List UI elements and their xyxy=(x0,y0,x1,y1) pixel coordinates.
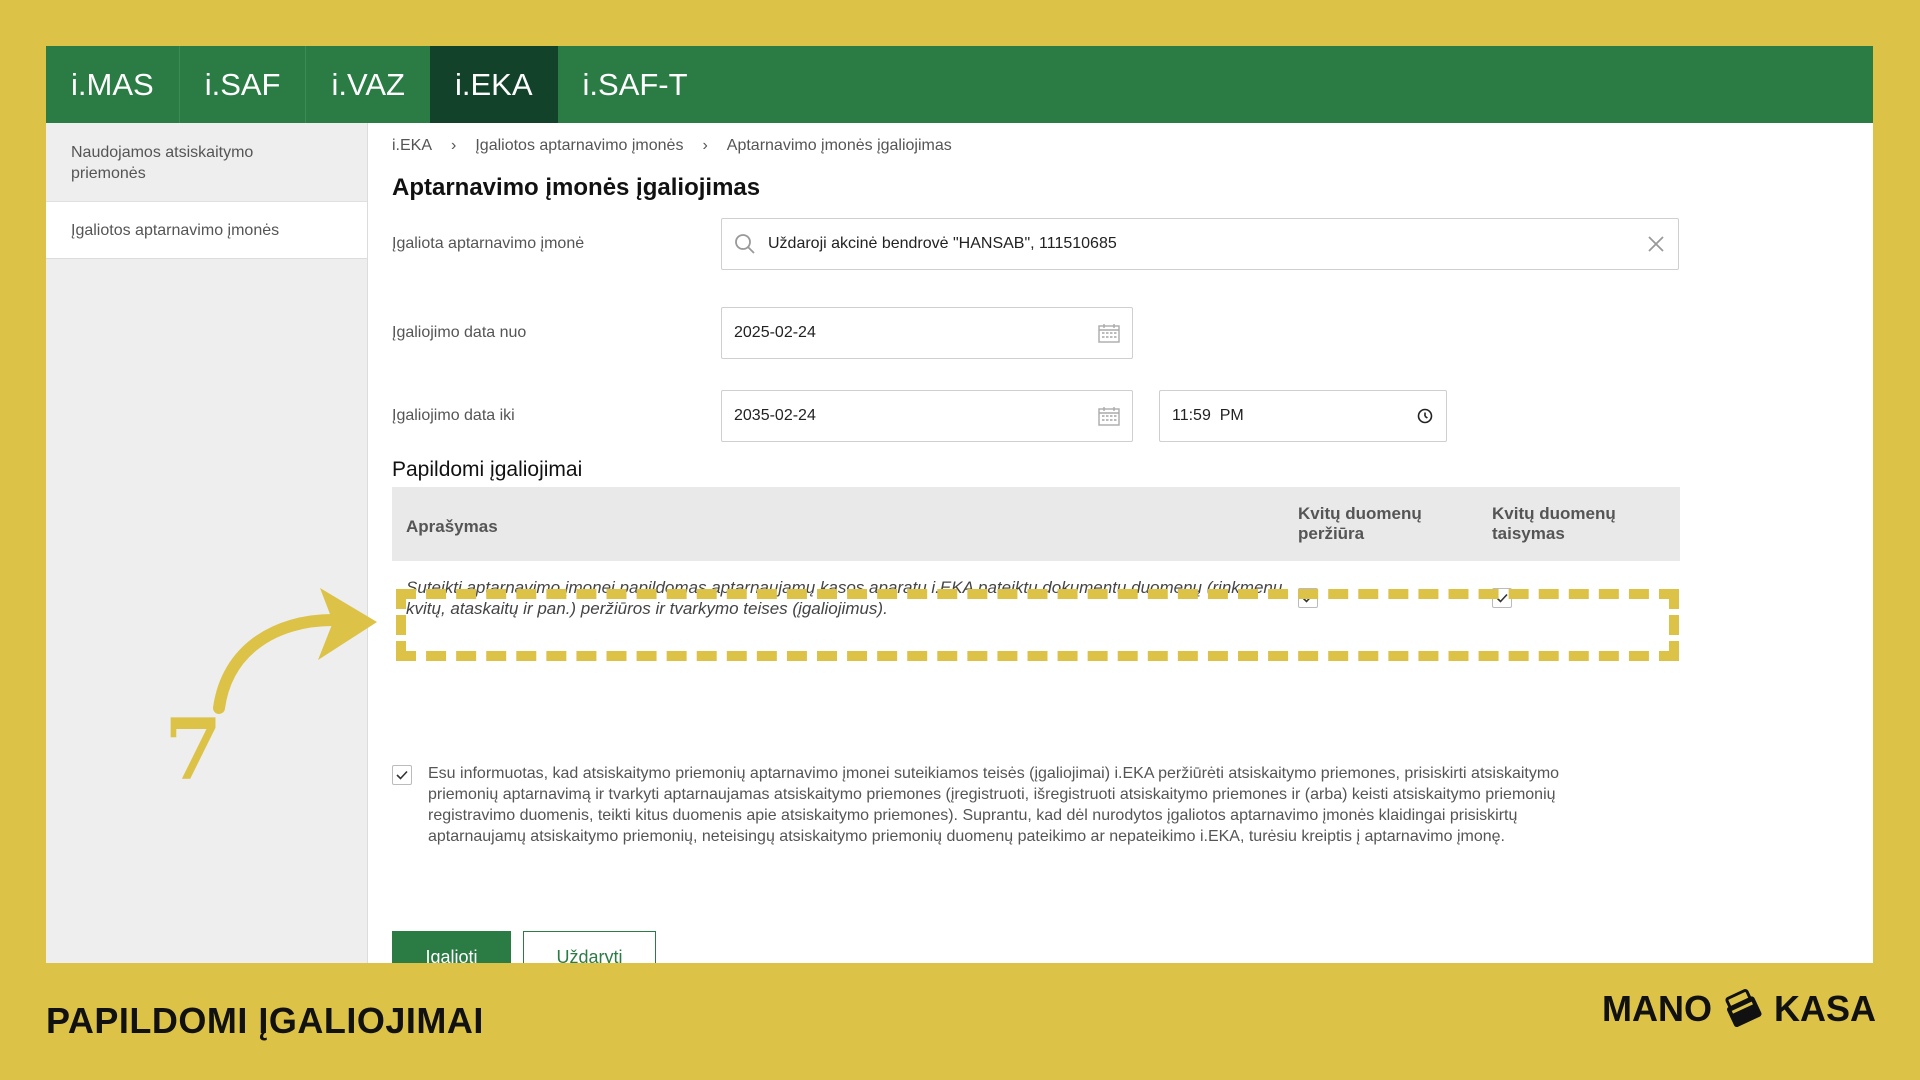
page-title: Aptarnavimo įmonės įgaliojimas xyxy=(392,174,761,201)
edit-permission-checkbox[interactable] xyxy=(1492,587,1512,608)
column-description: Aprašymas xyxy=(406,517,498,536)
breadcrumb-current: Aptarnavimo įmonės įgaliojimas xyxy=(726,137,952,154)
company-row: Įgaliota aptarnavimo įmonė xyxy=(392,218,1679,270)
company-search-input[interactable] xyxy=(768,235,1646,253)
date-from-label: Įgaliojimo data nuo xyxy=(392,324,527,341)
breadcrumb: i.EKA › Įgaliotos aptarnavimo įmonės › A… xyxy=(392,137,1873,155)
consent-checkbox[interactable] xyxy=(392,765,412,785)
app-window: i.MAS i.SAF i.VAZ i.EKA i.SAF-T Naudojam… xyxy=(46,46,1873,963)
date-to-row: Įgaliojimo data iki xyxy=(392,390,1447,442)
sidebar-item-authorized-companies[interactable]: Įgaliotos aptarnavimo įmonės xyxy=(46,202,367,259)
view-permission-checkbox[interactable] xyxy=(1298,587,1318,608)
consent-text: Esu informuotas, kad atsiskaitymo priemo… xyxy=(428,765,1560,845)
tab-isaf[interactable]: i.SAF xyxy=(180,46,307,123)
calendar-icon[interactable] xyxy=(1098,406,1120,426)
annotation-arrow-icon xyxy=(213,588,377,714)
check-icon xyxy=(1302,593,1314,603)
column-view: Kvitų duomenų peržiūra xyxy=(1298,504,1422,543)
date-from-row: Įgaliojimo data nuo xyxy=(392,307,1133,359)
breadcrumb-separator: › xyxy=(451,137,457,154)
company-search-box xyxy=(721,218,1679,270)
footer-title: PAPILDOMI ĮGALIOJIMAI xyxy=(46,1000,484,1041)
close-button[interactable]: Uždaryti xyxy=(523,931,656,963)
tab-imas[interactable]: i.MAS xyxy=(46,46,180,123)
date-to-label: Įgaliojimo data iki xyxy=(392,407,515,424)
time-to-input[interactable] xyxy=(1172,407,1416,425)
sidebar-item-payment-means[interactable]: Naudojamos atsiskaitymo priemonės xyxy=(46,123,367,202)
permission-description: Suteikti aptarnavimo įmonei papildomas a… xyxy=(406,578,1288,618)
date-from-box xyxy=(721,307,1133,359)
brand-logo: MANO KASA xyxy=(1602,984,1876,1034)
sidebar: Naudojamos atsiskaitymo priemonės Įgalio… xyxy=(46,123,368,963)
clock-icon[interactable] xyxy=(1416,407,1434,425)
breadcrumb-separator: › xyxy=(702,137,708,154)
date-to-input[interactable] xyxy=(734,407,1098,425)
brand-right: KASA xyxy=(1773,988,1876,1029)
search-icon xyxy=(734,233,756,255)
authorize-button[interactable]: Įgalioti xyxy=(392,931,511,963)
permissions-header: Aprašymas Kvitų duomenų peržiūra Kvitų d… xyxy=(392,487,1680,561)
consent-block: Esu informuotas, kad atsiskaitymo priemo… xyxy=(392,763,1592,847)
tab-ivaz[interactable]: i.VAZ xyxy=(306,46,430,123)
brand-left: MANO xyxy=(1601,988,1712,1029)
top-navigation: i.MAS i.SAF i.VAZ i.EKA i.SAF-T xyxy=(46,46,1873,123)
cash-register-icon xyxy=(1725,989,1762,1028)
check-icon xyxy=(1496,593,1508,603)
time-to-box xyxy=(1159,390,1447,442)
column-edit: Kvitų duomenų taisymas xyxy=(1492,504,1616,543)
table-row: Suteikti aptarnavimo įmonei papildomas a… xyxy=(392,561,1680,635)
main-content: i.EKA › Įgaliotos aptarnavimo įmonės › A… xyxy=(368,123,1873,963)
company-label: Įgaliota aptarnavimo įmonė xyxy=(392,235,585,252)
tab-isaf-t[interactable]: i.SAF-T xyxy=(558,46,713,123)
date-from-input[interactable] xyxy=(734,324,1098,342)
clear-icon[interactable] xyxy=(1646,234,1666,254)
step-number: 7 xyxy=(164,700,223,799)
check-icon xyxy=(396,770,408,780)
breadcrumb-ieka[interactable]: i.EKA xyxy=(392,137,432,155)
permissions-title: Papildomi įgaliojimai xyxy=(392,458,583,481)
date-to-box xyxy=(721,390,1133,442)
breadcrumb-authorized-companies[interactable]: Įgaliotos aptarnavimo įmonės xyxy=(475,137,683,155)
permissions-table: Aprašymas Kvitų duomenų peržiūra Kvitų d… xyxy=(392,487,1680,635)
tab-ieka[interactable]: i.EKA xyxy=(429,46,558,123)
calendar-icon[interactable] xyxy=(1098,323,1120,343)
